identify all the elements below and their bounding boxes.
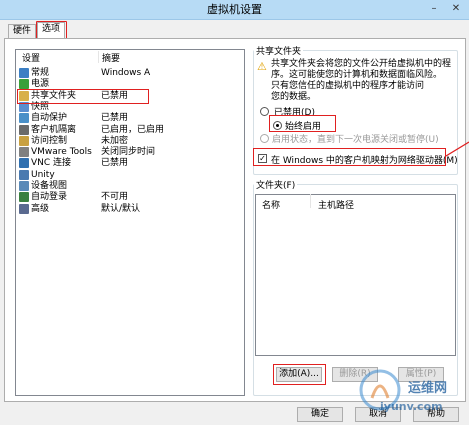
settings-item-icon	[19, 192, 29, 203]
settings-list-item[interactable]: 客户机隔离 已启用，已启用	[16, 124, 244, 136]
warning-line-2: 序。这可能使您的计算机和数据面临风险。	[271, 70, 443, 80]
col-host-path[interactable]: 主机路径	[318, 198, 354, 211]
settings-item-summary: 默认/默认	[101, 203, 141, 214]
settings-list-item[interactable]: 访问控制 未加密	[16, 135, 244, 147]
settings-item-summary: 未加密	[101, 135, 129, 146]
settings-item-icon	[19, 135, 29, 146]
map-drive-highlight	[253, 148, 446, 166]
col-setting[interactable]: 设置	[22, 51, 40, 64]
settings-item-icon	[19, 79, 29, 90]
warning-line-3: 只有您信任的虚拟机中的程序才能访问	[271, 81, 425, 91]
warning-icon: ⚠	[257, 60, 267, 73]
settings-item-name: 高级	[31, 203, 50, 214]
settings-item-icon	[19, 169, 29, 180]
settings-list-item[interactable]: 常规 Windows A	[16, 67, 244, 79]
settings-item-icon	[19, 124, 29, 135]
folders-list[interactable]	[255, 194, 456, 356]
settings-item-icon	[19, 203, 29, 214]
settings-item-summary: 不可用	[101, 192, 129, 203]
settings-item-name: 客户机隔离	[31, 124, 77, 135]
settings-item-name: 自动保护	[31, 113, 68, 124]
settings-item-icon	[19, 113, 29, 124]
watermark-url: iyunv.com	[380, 400, 443, 413]
settings-list-item[interactable]: 设备视图	[16, 180, 244, 192]
settings-item-name: Unity	[31, 169, 55, 180]
settings-item-icon	[19, 147, 29, 158]
tab-highlight	[36, 21, 67, 39]
col-name[interactable]: 名称	[262, 198, 280, 211]
settings-list-header: 设置 摘要	[16, 50, 244, 64]
folders-group-label: 文件夹(F)	[254, 178, 298, 191]
shared-folder-group-label: 共享文件夹	[254, 44, 304, 57]
tab-hardware[interactable]: 硬件	[8, 24, 37, 38]
radio-until-poweroff[interactable]	[260, 134, 269, 143]
add-button-highlight	[273, 364, 326, 385]
settings-item-name: VNC 连接	[31, 158, 72, 169]
close-button[interactable]: ✕	[448, 2, 464, 16]
always-enabled-highlight	[269, 115, 336, 132]
col-summary[interactable]: 摘要	[102, 51, 120, 64]
settings-item-name: 设备视图	[31, 181, 68, 191]
warning-line-1: 共享文件夹会将您的文件公开给虚拟机中的程	[271, 59, 452, 69]
radio-disabled[interactable]	[260, 107, 269, 116]
radio-until-poweroff-label[interactable]: 启用状态，直到下一次电源关闭或暂停(U)	[272, 132, 439, 145]
settings-item-summary: Windows A	[101, 68, 151, 78]
watermark-brand: 运维网	[408, 381, 448, 396]
window-title: 虚拟机设置	[207, 3, 262, 16]
shared-folder-highlight	[17, 89, 149, 104]
settings-list-item[interactable]: 高级 默认/默认	[16, 203, 244, 215]
settings-list-item[interactable]: VMware Tools 关闭同步时间	[16, 146, 244, 158]
settings-item-summary: 已禁用	[101, 158, 129, 169]
settings-list-item[interactable]: Unity	[16, 169, 244, 181]
settings-list-item[interactable]: VNC 连接 已禁用	[16, 157, 244, 169]
settings-item-name: 常规	[31, 68, 50, 78]
settings-item-name: 自动登录	[31, 192, 68, 203]
ok-button[interactable]: 确定	[297, 407, 343, 422]
settings-item-summary: 已启用，已启用	[101, 124, 165, 135]
settings-item-icon	[19, 68, 29, 78]
folders-col-sep	[310, 194, 311, 208]
settings-item-name: VMware Tools	[31, 147, 92, 158]
settings-item-icon	[19, 158, 29, 169]
settings-list-item[interactable]: 自动保护 已禁用	[16, 112, 244, 124]
settings-item-summary: 关闭同步时间	[101, 147, 156, 158]
settings-item-icon	[19, 181, 29, 191]
settings-item-name: 访问控制	[31, 135, 68, 146]
settings-item-summary: 已禁用	[101, 113, 129, 124]
annotation-arrow	[446, 141, 469, 157]
settings-list-item[interactable]: 自动登录 不可用	[16, 191, 244, 203]
minimize-button[interactable]: –	[426, 2, 442, 16]
warning-line-4: 您的数据。	[271, 92, 317, 102]
